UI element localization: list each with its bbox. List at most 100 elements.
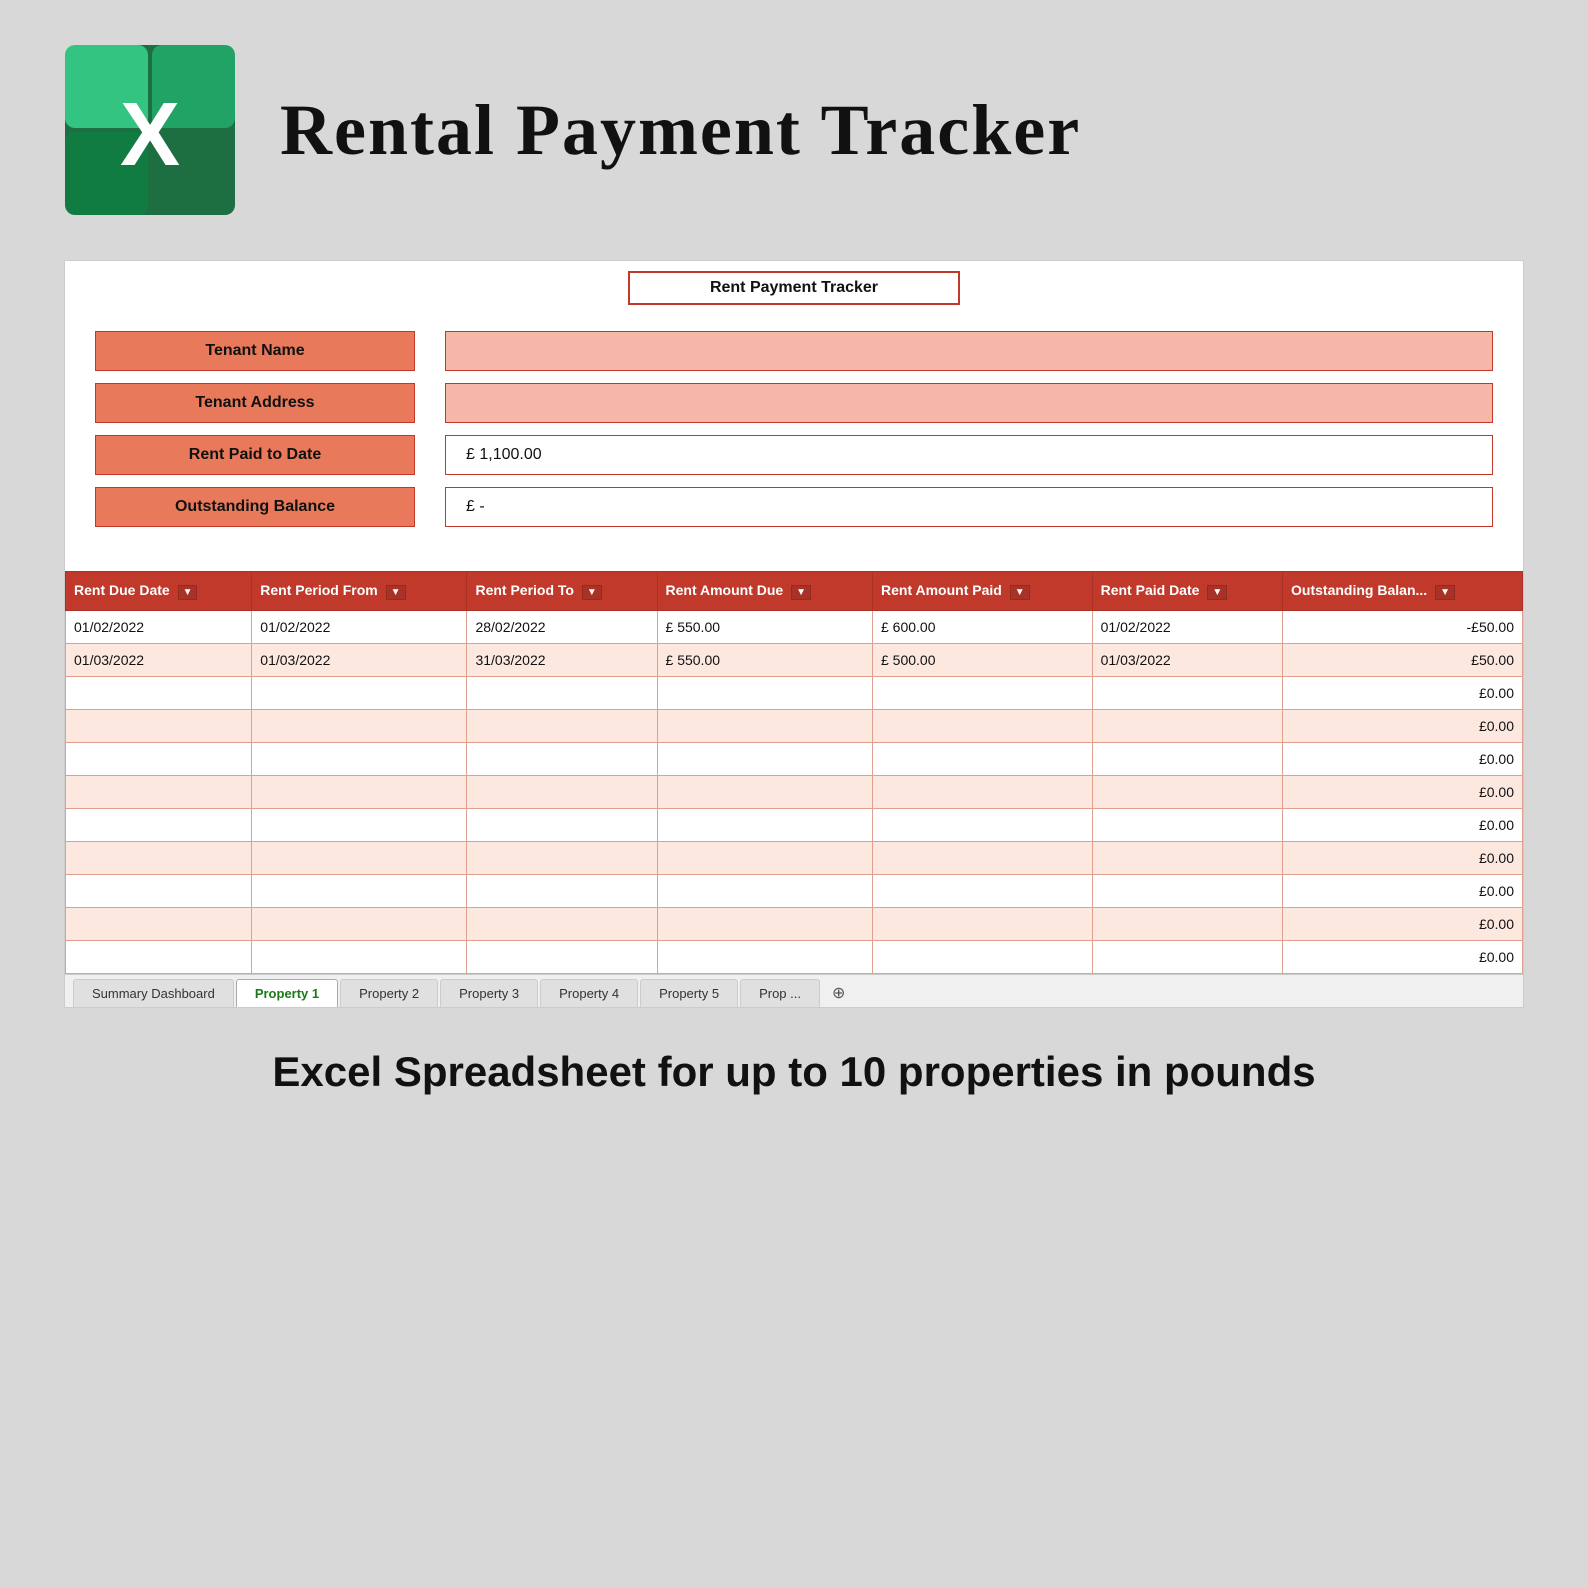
table-cell[interactable]: [873, 677, 1093, 710]
table-cell[interactable]: [66, 677, 252, 710]
table-cell[interactable]: [1092, 776, 1282, 809]
table-cell[interactable]: [252, 908, 467, 941]
table-cell[interactable]: [252, 743, 467, 776]
tenant-name-value[interactable]: [445, 331, 1493, 371]
table-cell[interactable]: [657, 776, 872, 809]
table-cell[interactable]: [252, 776, 467, 809]
table-cell[interactable]: [252, 710, 467, 743]
table-cell[interactable]: £0.00: [1283, 743, 1523, 776]
tab-property-2[interactable]: Property 2: [340, 979, 438, 1007]
table-cell[interactable]: [873, 809, 1093, 842]
table-cell[interactable]: [467, 677, 657, 710]
table-cell[interactable]: £50.00: [1283, 644, 1523, 677]
tab-property-4[interactable]: Property 4: [540, 979, 638, 1007]
table-cell[interactable]: 01/02/2022: [1092, 611, 1282, 644]
table-cell[interactable]: [657, 941, 872, 974]
table-cell[interactable]: 28/02/2022: [467, 611, 657, 644]
table-cell[interactable]: [467, 710, 657, 743]
table-cell[interactable]: £ 550.00: [657, 611, 872, 644]
table-cell[interactable]: [873, 941, 1093, 974]
dropdown-arrow-icon[interactable]: ▼: [1207, 585, 1227, 600]
table-cell[interactable]: £0.00: [1283, 710, 1523, 743]
table-cell[interactable]: [467, 809, 657, 842]
table-cell[interactable]: 01/03/2022: [66, 644, 252, 677]
table-cell[interactable]: [1092, 842, 1282, 875]
table-cell[interactable]: 31/03/2022: [467, 644, 657, 677]
table-cell[interactable]: [1092, 710, 1282, 743]
table-cell[interactable]: [657, 677, 872, 710]
table-cell[interactable]: [1092, 743, 1282, 776]
table-cell[interactable]: [1092, 941, 1282, 974]
table-cell[interactable]: [252, 875, 467, 908]
table-cell[interactable]: [1092, 875, 1282, 908]
table-cell[interactable]: [1092, 908, 1282, 941]
table-cell[interactable]: 01/03/2022: [252, 644, 467, 677]
table-cell[interactable]: [467, 776, 657, 809]
dropdown-arrow-icon[interactable]: ▼: [386, 585, 406, 600]
table-cell[interactable]: [657, 710, 872, 743]
table-cell[interactable]: £ 500.00: [873, 644, 1093, 677]
table-row: 01/03/202201/03/202231/03/2022£ 550.00£ …: [66, 644, 1523, 677]
tenant-address-value[interactable]: [445, 383, 1493, 423]
table-cell[interactable]: [467, 842, 657, 875]
dropdown-arrow-icon[interactable]: ▼: [791, 585, 811, 600]
dropdown-arrow-icon[interactable]: ▼: [582, 585, 602, 600]
table-cell[interactable]: £0.00: [1283, 941, 1523, 974]
table-row: £0.00: [66, 743, 1523, 776]
table-cell[interactable]: -£50.00: [1283, 611, 1523, 644]
table-cell[interactable]: [467, 875, 657, 908]
dropdown-arrow-icon[interactable]: ▼: [178, 585, 198, 600]
table-cell[interactable]: [873, 908, 1093, 941]
table-cell[interactable]: [657, 875, 872, 908]
table-cell[interactable]: 01/03/2022: [1092, 644, 1282, 677]
table-cell[interactable]: [467, 743, 657, 776]
dropdown-arrow-icon[interactable]: ▼: [1010, 585, 1030, 600]
tab-property-more[interactable]: Prop ...: [740, 979, 820, 1007]
table-cell[interactable]: [66, 875, 252, 908]
table-cell[interactable]: £0.00: [1283, 908, 1523, 941]
table-cell[interactable]: [66, 710, 252, 743]
table-cell[interactable]: £0.00: [1283, 842, 1523, 875]
table-cell[interactable]: [467, 908, 657, 941]
tab-summary-dashboard[interactable]: Summary Dashboard: [73, 979, 234, 1007]
table-cell[interactable]: [657, 809, 872, 842]
table-cell[interactable]: [873, 875, 1093, 908]
table-cell[interactable]: [252, 941, 467, 974]
table-cell[interactable]: [657, 908, 872, 941]
dropdown-arrow-icon[interactable]: ▼: [1435, 585, 1455, 600]
table-cell[interactable]: [1092, 677, 1282, 710]
table-cell[interactable]: [873, 710, 1093, 743]
table-cell[interactable]: £0.00: [1283, 809, 1523, 842]
table-cell[interactable]: 01/02/2022: [252, 611, 467, 644]
outstanding-balance-value: £ -: [445, 487, 1493, 527]
table-cell[interactable]: [1092, 809, 1282, 842]
table-cell[interactable]: £0.00: [1283, 677, 1523, 710]
table-cell[interactable]: [66, 842, 252, 875]
tenant-name-row: Tenant Name: [95, 331, 1493, 371]
table-cell[interactable]: [66, 776, 252, 809]
table-cell[interactable]: [66, 908, 252, 941]
table-cell[interactable]: [873, 842, 1093, 875]
tab-property-3[interactable]: Property 3: [440, 979, 538, 1007]
table-cell[interactable]: [873, 743, 1093, 776]
table-cell[interactable]: [252, 842, 467, 875]
table-cell[interactable]: [467, 941, 657, 974]
table-cell[interactable]: [66, 809, 252, 842]
table-cell[interactable]: [66, 743, 252, 776]
table-cell[interactable]: £0.00: [1283, 776, 1523, 809]
table-cell[interactable]: £ 600.00: [873, 611, 1093, 644]
tab-property-1[interactable]: Property 1: [236, 979, 338, 1007]
table-cell[interactable]: [873, 776, 1093, 809]
table-cell[interactable]: [252, 677, 467, 710]
table-cell[interactable]: [252, 809, 467, 842]
table-cell[interactable]: [66, 941, 252, 974]
sheet-title: Rent Payment Tracker: [628, 271, 960, 305]
table-cell[interactable]: £0.00: [1283, 875, 1523, 908]
rent-paid-row: Rent Paid to Date £ 1,100.00: [95, 435, 1493, 475]
table-cell[interactable]: £ 550.00: [657, 644, 872, 677]
table-cell[interactable]: [657, 743, 872, 776]
table-cell[interactable]: 01/02/2022: [66, 611, 252, 644]
table-cell[interactable]: [657, 842, 872, 875]
tab-property-5[interactable]: Property 5: [640, 979, 738, 1007]
add-sheet-button[interactable]: ⊕: [822, 979, 855, 1007]
